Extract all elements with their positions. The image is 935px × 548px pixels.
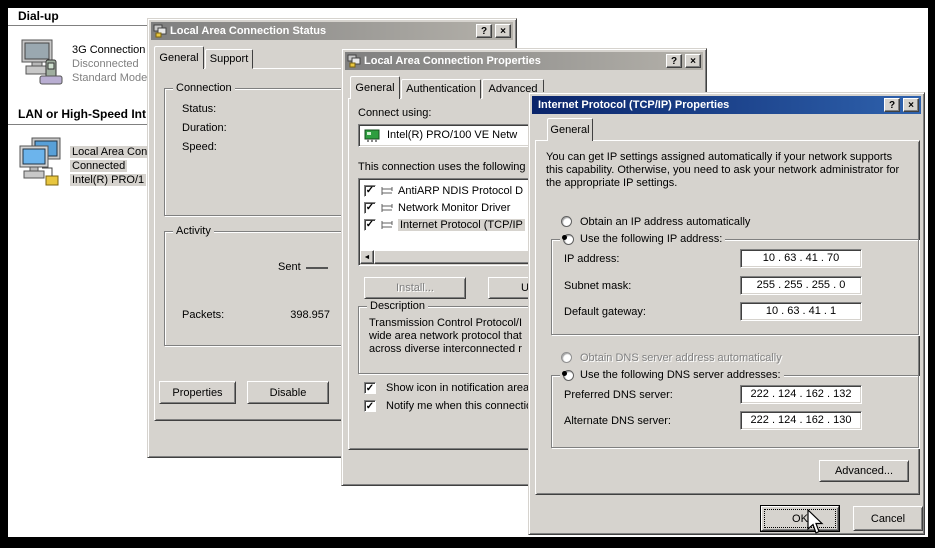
description-line: Transmission Control Protocol/I bbox=[369, 317, 523, 329]
list-item-label: AntiARP NDIS Protocol D bbox=[398, 184, 524, 197]
scroll-left-icon[interactable]: ◄ bbox=[360, 250, 374, 264]
two-computers-icon[interactable] bbox=[18, 136, 66, 190]
alternate-dns-label: Alternate DNS server: bbox=[564, 415, 671, 427]
activity-group-label: Activity bbox=[173, 225, 214, 237]
lan-item-device: Intel(R) PRO/1 bbox=[70, 174, 147, 186]
checkbox-checked[interactable]: ✓ bbox=[364, 218, 376, 231]
duration-row-label: Duration: bbox=[182, 122, 227, 134]
alternate-dns-field[interactable]: 222 . 124 . 162 . 130 bbox=[740, 411, 862, 430]
default-gateway-field[interactable]: 10 . 63 . 41 . 1 bbox=[740, 302, 862, 321]
list-item-label: Internet Protocol (TCP/IP bbox=[398, 218, 525, 231]
close-icon[interactable]: × bbox=[903, 98, 919, 112]
dialup-item-name[interactable]: 3G Connection bbox=[72, 44, 145, 56]
status-dialog-titlebar[interactable]: Local Area Connection Status ? × bbox=[151, 22, 513, 40]
cancel-button[interactable]: Cancel bbox=[853, 506, 923, 531]
checkbox-checked[interactable]: ✓ bbox=[364, 201, 376, 214]
obtain-dns-radio-label: Obtain DNS server address automatically bbox=[580, 352, 782, 364]
list-item-label: Network Monitor Driver bbox=[398, 201, 511, 214]
connection-icon bbox=[347, 54, 361, 68]
connection-icon bbox=[153, 24, 167, 38]
obtain-dns-radio bbox=[561, 352, 572, 363]
packets-label: Packets: bbox=[182, 309, 225, 321]
adapter-name: Intel(R) PRO/100 VE Netw bbox=[387, 129, 518, 141]
speed-row-label: Speed: bbox=[182, 141, 217, 153]
help-icon[interactable]: ? bbox=[666, 54, 682, 68]
tcpip-tab-general[interactable]: General bbox=[547, 118, 593, 141]
notify-checkbox[interactable]: ✓ bbox=[364, 400, 376, 412]
intro-line: You can get IP settings assigned automat… bbox=[546, 151, 893, 163]
show-icon-checkbox[interactable]: ✓ bbox=[364, 382, 376, 394]
cursor-icon bbox=[807, 509, 824, 534]
tcpip-dialog: Internet Protocol (TCP/IP) Properties ? … bbox=[528, 92, 925, 535]
sent-label: Sent bbox=[278, 261, 301, 273]
dialup-item-status: Disconnected bbox=[72, 58, 139, 70]
props-tab-authentication[interactable]: Authentication bbox=[401, 79, 481, 99]
lan-item-status: Connected bbox=[70, 160, 128, 172]
preferred-dns-field[interactable]: 222 . 124 . 162 . 132 bbox=[740, 385, 862, 404]
ip-address-field[interactable]: 10 . 63 . 41 . 70 bbox=[740, 249, 862, 268]
use-dns-radio[interactable] bbox=[563, 369, 574, 381]
show-icon-checkbox-label: Show icon in notification area bbox=[386, 382, 530, 394]
lan-item-name[interactable]: Local Area Con bbox=[70, 146, 150, 158]
packets-value: 398.957 bbox=[290, 309, 330, 321]
use-ip-radio-label: Use the following IP address: bbox=[580, 233, 723, 245]
preferred-dns-label: Preferred DNS server: bbox=[564, 389, 673, 401]
status-dialog-title: Local Area Connection Status bbox=[170, 25, 327, 37]
protocol-icon bbox=[381, 186, 393, 195]
props-tab-general[interactable]: General bbox=[350, 76, 400, 99]
dialup-section-header: Dial-up bbox=[18, 9, 59, 23]
notify-checkbox-label: Notify me when this connectio bbox=[386, 400, 533, 412]
install-button[interactable]: Install... bbox=[364, 277, 466, 299]
intro-line: this capability. Otherwise, you need to … bbox=[546, 164, 900, 176]
description-group-label: Description bbox=[367, 300, 429, 312]
checkbox-checked[interactable]: ✓ bbox=[364, 184, 376, 197]
intro-line: the appropriate IP settings. bbox=[546, 177, 678, 189]
close-icon[interactable]: × bbox=[685, 54, 701, 68]
sent-legend-dash bbox=[306, 267, 328, 269]
lan-section-header: LAN or High-Speed Int bbox=[18, 107, 146, 121]
list-caption: This connection uses the following bbox=[358, 161, 526, 173]
protocol-icon bbox=[381, 203, 393, 212]
description-line: across diverse interconnected r bbox=[369, 343, 522, 355]
subnet-mask-label: Subnet mask: bbox=[564, 280, 632, 292]
close-icon[interactable]: × bbox=[495, 24, 511, 38]
help-icon[interactable]: ? bbox=[476, 24, 492, 38]
network-adapter-icon bbox=[364, 129, 380, 142]
obtain-ip-radio[interactable] bbox=[561, 216, 572, 227]
description-line: wide area network protocol that bbox=[369, 330, 522, 342]
ip-address-label: IP address: bbox=[564, 253, 620, 265]
disable-button[interactable]: Disable bbox=[247, 381, 329, 404]
status-tab-support[interactable]: Support bbox=[205, 49, 253, 69]
properties-dialog-titlebar[interactable]: Local Area Connection Properties ? × bbox=[345, 52, 703, 70]
use-dns-group: Use the following DNS server addresses: … bbox=[551, 369, 919, 448]
use-dns-radio-label: Use the following DNS server addresses: bbox=[580, 369, 781, 381]
status-row-label: Status: bbox=[182, 103, 217, 115]
default-gateway-label: Default gateway: bbox=[564, 306, 646, 318]
subnet-mask-field[interactable]: 255 . 255 . 255 . 0 bbox=[740, 276, 862, 295]
obtain-ip-radio-label: Obtain an IP address automatically bbox=[580, 216, 751, 228]
tcpip-dialog-titlebar[interactable]: Internet Protocol (TCP/IP) Properties ? … bbox=[532, 96, 921, 114]
status-tab-general[interactable]: General bbox=[154, 46, 204, 69]
connection-group-label: Connection bbox=[173, 82, 235, 94]
connect-using-label: Connect using: bbox=[358, 107, 432, 119]
protocol-icon bbox=[381, 220, 393, 229]
help-icon[interactable]: ? bbox=[884, 98, 900, 112]
dialup-item-device: Standard Mode bbox=[72, 72, 148, 84]
computer-phone-icon[interactable] bbox=[18, 38, 66, 88]
properties-dialog-title: Local Area Connection Properties bbox=[364, 55, 541, 67]
advanced-button[interactable]: Advanced... bbox=[819, 460, 909, 482]
use-ip-group: Use the following IP address: IP address… bbox=[551, 233, 919, 335]
use-ip-radio[interactable] bbox=[563, 233, 574, 245]
tcpip-dialog-title: Internet Protocol (TCP/IP) Properties bbox=[538, 99, 730, 111]
properties-button[interactable]: Properties bbox=[159, 381, 236, 404]
